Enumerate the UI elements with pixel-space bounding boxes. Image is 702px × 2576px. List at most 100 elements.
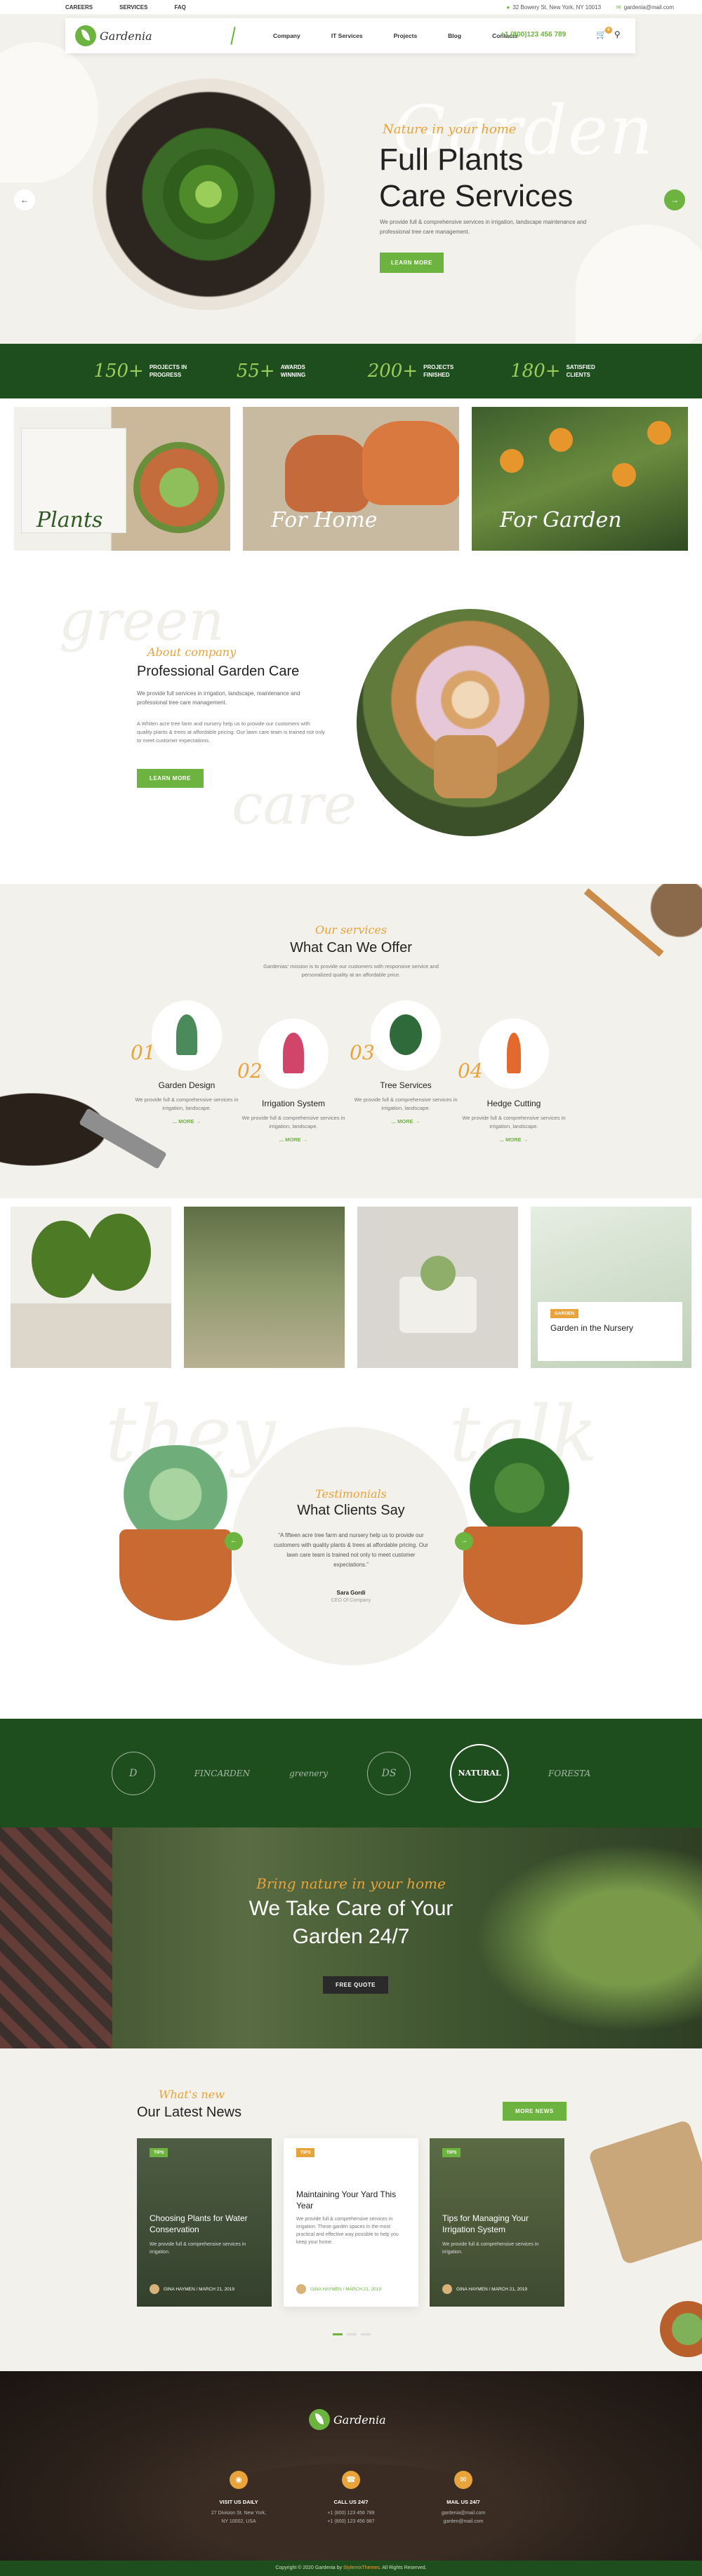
gallery-caption-box: GARDEN Garden in the Nursery: [538, 1302, 682, 1361]
hero-learn-more-button[interactable]: LEARN MORE: [380, 253, 444, 273]
pagination-dot[interactable]: [333, 2333, 343, 2335]
stat-number: 150+: [93, 361, 144, 382]
category-card-plants[interactable]: Plants: [14, 407, 230, 551]
stat-item: 200+ PROJECTS FINISHED: [368, 361, 465, 382]
partner-logo[interactable]: DS: [367, 1751, 411, 1795]
menu-item-it-services[interactable]: IT Services: [331, 32, 363, 39]
service-more-link[interactable]: ... MORE →: [237, 1136, 350, 1143]
gallery-item-featured[interactable]: GARDEN Garden in the Nursery: [531, 1207, 691, 1368]
footer-col-text: 27 Division St. New York, NY 10002, USA: [211, 2511, 267, 2524]
service-more-link[interactable]: ... MORE →: [458, 1136, 570, 1143]
cta-title: We Take Care of Your Garden 24/7: [0, 1895, 702, 1951]
footer-col-title: CALL US 24/7: [333, 2499, 369, 2505]
service-card[interactable]: 01 Garden Design We provide full & compr…: [131, 1000, 243, 1125]
category-label: Plants: [37, 508, 103, 532]
service-number: 04: [458, 1059, 483, 1082]
stat-label: SATISFIED CLIENTS: [566, 364, 595, 378]
news-card-title[interactable]: Tips for Managing Your Irrigation System: [442, 2213, 555, 2235]
footer-col-text[interactable]: gardenia@mail.com garden@mail.com: [414, 2509, 512, 2526]
category-card-for-garden[interactable]: For Garden: [472, 407, 688, 551]
pagination-dot[interactable]: [361, 2333, 371, 2335]
service-text: We provide full & comprehensive services…: [241, 1115, 345, 1129]
testimonial-next-arrow-icon[interactable]: →: [455, 1532, 473, 1550]
project-gallery: GARDEN Garden in the Nursery: [11, 1207, 691, 1368]
service-more-link[interactable]: ... MORE →: [131, 1118, 243, 1125]
partner-logo[interactable]: greenery: [289, 1769, 328, 1778]
partner-logo[interactable]: FORESTA: [548, 1769, 590, 1778]
tulip-flower-icon: [258, 1019, 329, 1089]
cart-icon[interactable]: 🛒 0: [596, 27, 612, 39]
stat-label: AWARDS WINNING: [280, 364, 306, 378]
service-card[interactable]: 04 Hedge Cutting We provide full & compr…: [458, 1019, 570, 1143]
top-links: CAREERS SERVICES FAQ: [65, 4, 186, 11]
pagination-dot[interactable]: [347, 2333, 357, 2335]
gallery-item[interactable]: [357, 1207, 518, 1368]
succulent-rosette: [163, 149, 254, 240]
leaf-logo-icon: [309, 2409, 330, 2430]
services-tagline: Our services: [314, 923, 388, 937]
nav-phone[interactable]: +1 (800)123 456 789: [501, 31, 566, 39]
site-logo[interactable]: Gardenia: [75, 25, 152, 46]
news-card-text: We provide full & comprehensive services…: [442, 2242, 539, 2255]
plant-leaf-icon: [152, 1000, 222, 1071]
testimonials-tagline: Testimonials: [315, 1487, 387, 1501]
gallery-item[interactable]: [11, 1207, 171, 1368]
testimonial-quote: “A fifteen acre tree farm and nursery he…: [274, 1532, 428, 1568]
gallery-item[interactable]: [184, 1207, 345, 1368]
category-card-for-home[interactable]: For Home: [243, 407, 459, 551]
category-cards: Plants For Home For Garden: [14, 407, 688, 551]
hero-prev-arrow-icon[interactable]: ←: [14, 189, 35, 210]
cart-count: 0: [604, 27, 612, 34]
bird-of-paradise-icon: [479, 1019, 549, 1089]
services-intro: Gardenias' mission is to provide our cus…: [263, 963, 439, 978]
top-email[interactable]: gardenia@mail.com: [624, 4, 674, 11]
top-link-services[interactable]: SERVICES: [119, 4, 147, 11]
gallery-caption-title[interactable]: Garden in the Nursery: [550, 1323, 633, 1333]
menu-item-company[interactable]: Company: [273, 32, 300, 39]
service-more-link[interactable]: ... MORE →: [350, 1118, 462, 1125]
news-card[interactable]: TIPS Choosing Plants for Water Conservat…: [137, 2138, 272, 2307]
menu-item-projects[interactable]: Projects: [394, 32, 418, 39]
news-card-title[interactable]: Choosing Plants for Water Conservation: [150, 2213, 262, 2235]
about-learn-more-button[interactable]: LEARN MORE: [137, 769, 204, 788]
service-number: 01: [131, 1041, 156, 1064]
service-title: Hedge Cutting: [486, 1099, 541, 1108]
leaf-logo-icon: [75, 25, 96, 46]
news-tagline: What's new: [159, 2088, 225, 2101]
news-card[interactable]: TIPS Tips for Managing Your Irrigation S…: [430, 2138, 564, 2307]
news-card-text: We provide full & comprehensive services…: [150, 2242, 246, 2255]
news-section: What's new Our Latest News MORE NEWS TIP…: [0, 2048, 702, 2371]
phone-icon: ☎: [342, 2471, 360, 2489]
free-quote-button[interactable]: FREE QUOTE: [323, 1976, 389, 1994]
copyright-brand-link[interactable]: StylemixThemes: [343, 2565, 380, 2570]
more-news-button[interactable]: MORE NEWS: [503, 2102, 567, 2121]
copyright-bar: Copyright © 2020 Gardenia by StylemixThe…: [0, 2561, 702, 2576]
testimonial-author: Sara Gordi: [336, 1590, 366, 1596]
cactus-image: [420, 1256, 456, 1291]
service-card[interactable]: 02 Irrigation System We provide full & c…: [237, 1019, 350, 1143]
service-card[interactable]: 03 Tree Services We provide full & compr…: [350, 1000, 462, 1125]
footer-col-text[interactable]: +1 (800) 123 456 789 +1 (800) 123 456 987: [302, 2509, 400, 2526]
footer-col-title: MAIL US 24/7: [446, 2499, 480, 2505]
gardener-apron: [434, 735, 497, 798]
top-link-faq[interactable]: FAQ: [174, 4, 185, 11]
copyright-prefix: Copyright © 2020 Gardenia by: [275, 2565, 343, 2570]
news-pagination: [333, 2333, 371, 2335]
news-card-title[interactable]: Maintaining Your Yard This Year: [296, 2189, 409, 2211]
author-avatar: [442, 2284, 452, 2294]
partner-logo[interactable]: NATURAL: [450, 1743, 510, 1803]
testimonial-prev-arrow-icon[interactable]: ←: [225, 1532, 243, 1550]
top-link-careers[interactable]: CAREERS: [65, 4, 93, 11]
partner-logo[interactable]: D: [111, 1751, 155, 1795]
search-icon[interactable]: ⚲: [614, 29, 621, 39]
hero-next-arrow-icon[interactable]: →: [664, 189, 685, 210]
stat-item: 180+ SATISFIED CLIENTS: [510, 361, 608, 382]
copyright-suffix: . All Rights Reserved.: [379, 2565, 427, 2570]
footer-logo[interactable]: Gardenia: [309, 2409, 386, 2430]
hero-title-line1: Full Plants: [379, 142, 524, 177]
partner-logo[interactable]: FINCARDEN: [194, 1769, 250, 1778]
footer-col-title: VISIT US DAILY: [219, 2499, 258, 2505]
footer-mail: ✉ MAIL US 24/7 gardenia@mail.com garden@m…: [414, 2471, 512, 2526]
menu-item-blog[interactable]: Blog: [448, 32, 461, 39]
news-card[interactable]: TIPS Maintaining Your Yard This Year We …: [284, 2138, 418, 2307]
